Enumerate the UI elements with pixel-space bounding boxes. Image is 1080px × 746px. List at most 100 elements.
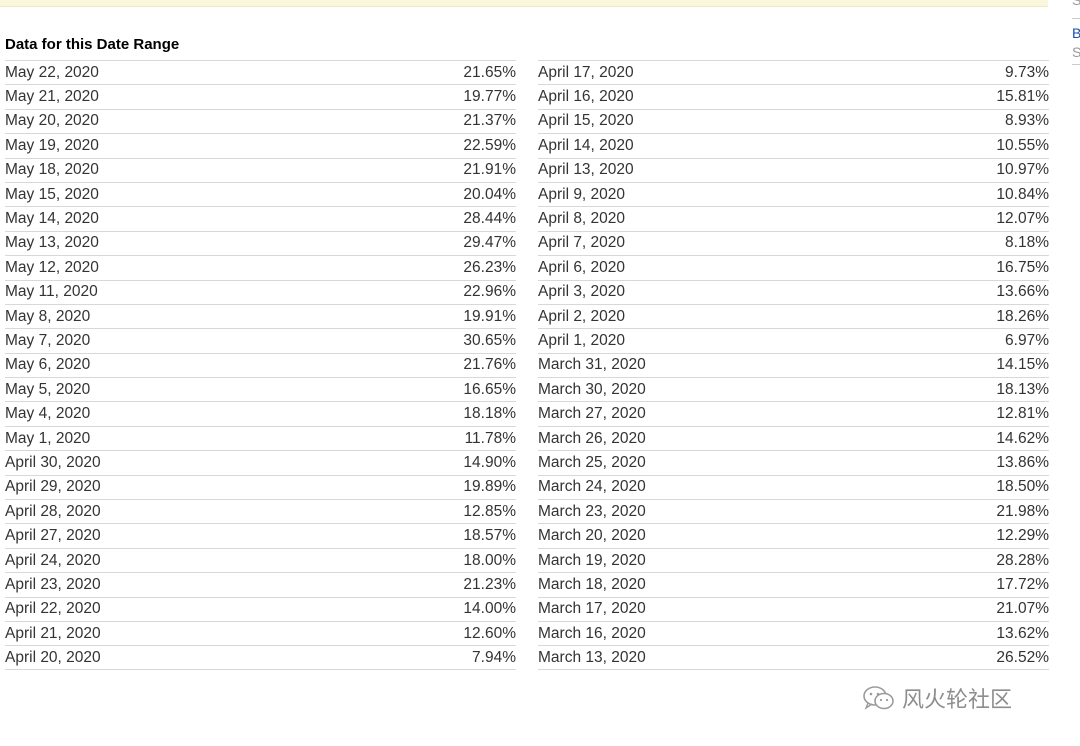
table-row: May 19, 2020 22.59%: [5, 133, 516, 157]
row-date: May 8, 2020: [5, 307, 91, 325]
row-value: 10.55%: [996, 136, 1049, 154]
table-row: March 31, 2020 14.15%: [538, 352, 1049, 377]
row-date: March 17, 2020: [538, 600, 646, 618]
row-value: 18.26%: [996, 307, 1049, 325]
row-value: 21.65%: [463, 63, 516, 81]
row-value: 10.97%: [996, 161, 1049, 179]
table-row: March 18, 2020 17.72%: [538, 572, 1049, 596]
row-date: April 2, 2020: [538, 307, 626, 325]
row-date: May 7, 2020: [5, 331, 91, 349]
row-value: 12.85%: [463, 502, 516, 520]
row-date: May 12, 2020: [5, 258, 99, 276]
row-date: March 27, 2020: [538, 405, 646, 423]
table-row: April 30, 2020 14.90%: [5, 450, 516, 474]
row-value: 14.90%: [463, 453, 516, 471]
row-date: April 24, 2020: [5, 551, 101, 569]
row-date: April 22, 2020: [5, 600, 101, 618]
side-divider: [1072, 64, 1080, 65]
row-date: April 30, 2020: [5, 453, 101, 471]
row-date: March 16, 2020: [538, 624, 646, 642]
table-row: April 8, 2020 12.07%: [538, 206, 1049, 230]
row-value: 9.73%: [1005, 63, 1049, 81]
table-row: April 1, 2020 6.97%: [538, 328, 1049, 352]
table-row: April 14, 2020 10.55%: [538, 133, 1049, 157]
row-date: May 22, 2020: [5, 63, 99, 81]
table-row: April 20, 2020 7.94%: [5, 645, 516, 670]
row-value: 6.97%: [1005, 331, 1049, 349]
table-row: April 22, 2020 14.00%: [5, 596, 516, 621]
row-date: April 23, 2020: [5, 575, 101, 593]
row-value: 14.15%: [996, 356, 1049, 374]
row-date: April 20, 2020: [5, 648, 101, 666]
table-row: March 23, 2020 21.98%: [538, 499, 1049, 523]
table-row: April 6, 2020 16.75%: [538, 255, 1049, 279]
side-fragment-s2: S: [1072, 44, 1080, 60]
row-date: April 21, 2020: [5, 624, 101, 642]
row-date: April 7, 2020: [538, 234, 626, 252]
row-value: 16.75%: [996, 258, 1049, 276]
row-value: 21.37%: [463, 112, 516, 130]
table-row: March 20, 2020 12.29%: [538, 523, 1049, 547]
row-value: 12.60%: [463, 624, 516, 642]
row-value: 8.93%: [1005, 112, 1049, 130]
row-date: March 13, 2020: [538, 648, 646, 666]
table-row: March 27, 2020 12.81%: [538, 401, 1049, 425]
table-row: April 2, 2020 18.26%: [538, 303, 1049, 328]
row-value: 14.62%: [996, 429, 1049, 447]
row-date: April 6, 2020: [538, 258, 626, 276]
row-date: April 15, 2020: [538, 112, 634, 130]
wechat-logo-icon: [863, 686, 894, 710]
table-row: March 24, 2020 18.50%: [538, 474, 1049, 499]
row-value: 20.04%: [463, 185, 516, 203]
row-date: May 19, 2020: [5, 136, 99, 154]
row-value: 21.91%: [463, 161, 516, 179]
table-row: April 21, 2020 12.60%: [5, 620, 516, 645]
section-title: Data for this Date Range: [5, 36, 180, 53]
row-value: 21.07%: [996, 600, 1049, 618]
row-value: 19.77%: [463, 88, 516, 106]
table-row: April 3, 2020 13.66%: [538, 279, 1049, 304]
row-date: April 9, 2020: [538, 185, 626, 203]
table-row: May 14, 2020 28.44%: [5, 206, 516, 230]
right-data-column: April 17, 2020 9.73% April 16, 2020 15.81% A…: [538, 60, 1049, 670]
side-link-fragment[interactable]: B: [1072, 25, 1080, 41]
row-date: March 25, 2020: [538, 453, 646, 471]
row-value: 7.94%: [472, 648, 516, 666]
row-value: 19.91%: [463, 307, 516, 325]
table-row: April 29, 2020 19.89%: [5, 474, 516, 499]
row-date: April 17, 2020: [538, 63, 634, 81]
left-data-column: May 22, 2020 21.65% May 21, 2020 19.77% May …: [5, 60, 516, 670]
row-date: April 3, 2020: [538, 283, 626, 301]
watermark: 风火轮社区: [862, 682, 1012, 714]
row-date: March 23, 2020: [538, 502, 646, 520]
row-value: 11.78%: [464, 429, 516, 447]
row-date: April 13, 2020: [538, 161, 634, 179]
row-date: April 29, 2020: [5, 478, 101, 496]
table-row: March 26, 2020 14.62%: [538, 425, 1049, 450]
table-row: March 16, 2020 13.62%: [538, 620, 1049, 645]
row-value: 21.76%: [463, 356, 516, 374]
row-value: 22.59%: [463, 136, 516, 154]
table-row: April 16, 2020 15.81%: [538, 84, 1049, 108]
row-value: 18.50%: [996, 478, 1049, 496]
table-row: May 15, 2020 20.04%: [5, 181, 516, 206]
table-row: April 17, 2020 9.73%: [538, 60, 1049, 84]
row-value: 16.65%: [463, 380, 516, 398]
side-fragment-s1: S: [1072, 0, 1080, 8]
table-row: April 23, 2020 21.23%: [5, 572, 516, 596]
row-date: March 26, 2020: [538, 429, 646, 447]
table-row: March 13, 2020 26.52%: [538, 645, 1049, 670]
row-date: March 19, 2020: [538, 551, 646, 569]
row-date: April 27, 2020: [5, 527, 101, 545]
row-date: March 18, 2020: [538, 575, 646, 593]
row-value: 21.23%: [463, 575, 516, 593]
row-value: 28.28%: [996, 551, 1049, 569]
row-value: 26.52%: [996, 648, 1049, 666]
row-date: May 20, 2020: [5, 112, 99, 130]
row-date: May 5, 2020: [5, 380, 91, 398]
row-value: 17.72%: [996, 575, 1049, 593]
row-date: May 1, 2020: [5, 429, 91, 447]
row-date: May 21, 2020: [5, 88, 99, 106]
row-value: 21.98%: [996, 502, 1049, 520]
table-row: March 25, 2020 13.86%: [538, 450, 1049, 474]
